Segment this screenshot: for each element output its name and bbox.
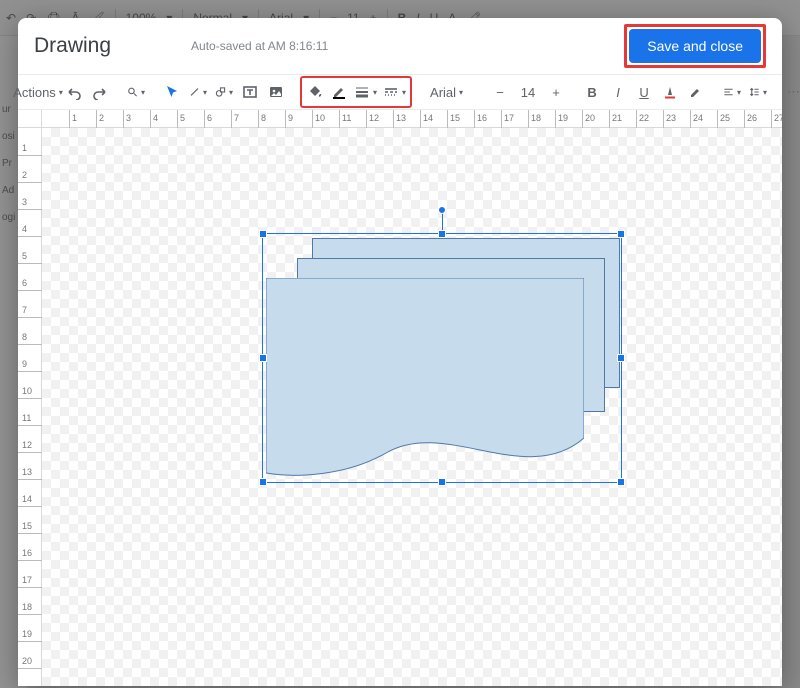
line-tool[interactable]	[186, 79, 210, 105]
textbox-tool[interactable]	[238, 79, 262, 105]
save-and-close-button[interactable]: Save and close	[629, 29, 761, 63]
ruler-horizontal[interactable]	[42, 110, 782, 128]
italic-button[interactable]: I	[606, 79, 630, 105]
align-menu[interactable]	[720, 79, 744, 105]
handle-e[interactable]	[617, 354, 625, 362]
font-select[interactable]: Arial	[424, 79, 476, 105]
selection-bounds[interactable]	[262, 233, 622, 483]
more-menu[interactable]: ⋯	[782, 79, 800, 105]
save-close-highlight: Save and close	[624, 24, 766, 68]
handle-ne[interactable]	[617, 230, 625, 238]
underline-button[interactable]: U	[632, 79, 656, 105]
border-color-button[interactable]	[327, 79, 351, 105]
drawing-toolbar: Actions	[18, 74, 782, 110]
handle-sw[interactable]	[259, 478, 267, 486]
font-size-field[interactable]: 14	[514, 79, 542, 105]
style-tools-highlight	[300, 76, 412, 108]
drawing-canvas[interactable]	[42, 128, 782, 686]
handle-s[interactable]	[438, 478, 446, 486]
handle-nw[interactable]	[259, 230, 267, 238]
handle-w[interactable]	[259, 354, 267, 362]
ruler-vertical[interactable]	[18, 128, 42, 686]
image-tool[interactable]	[264, 79, 288, 105]
font-size-decrease[interactable]: −	[488, 79, 512, 105]
redo-button[interactable]	[88, 79, 112, 105]
rotate-handle[interactable]	[438, 206, 446, 214]
autosave-status: Auto-saved at AM 8:16:11	[191, 39, 328, 53]
shape-tool[interactable]	[212, 79, 236, 105]
bold-button[interactable]: B	[580, 79, 604, 105]
ruler-corner	[18, 110, 42, 128]
actions-menu[interactable]: Actions	[26, 79, 50, 105]
canvas-area	[18, 110, 782, 686]
dialog-header: Drawing Auto-saved at AM 8:16:11 Save an…	[18, 18, 782, 74]
drawing-dialog: Drawing Auto-saved at AM 8:16:11 Save an…	[18, 18, 782, 686]
border-dash-button[interactable]	[380, 79, 409, 105]
font-size-increase[interactable]: +	[544, 79, 568, 105]
border-weight-button[interactable]	[351, 79, 380, 105]
zoom-menu[interactable]	[124, 79, 148, 105]
undo-button[interactable]	[62, 79, 86, 105]
line-spacing-menu[interactable]	[746, 79, 770, 105]
fill-color-button[interactable]	[303, 79, 327, 105]
handle-n[interactable]	[438, 230, 446, 238]
dialog-title: Drawing	[34, 34, 111, 58]
select-tool[interactable]	[160, 79, 184, 105]
text-color-button[interactable]	[658, 79, 682, 105]
highlight-color-button[interactable]	[684, 79, 708, 105]
handle-se[interactable]	[617, 478, 625, 486]
